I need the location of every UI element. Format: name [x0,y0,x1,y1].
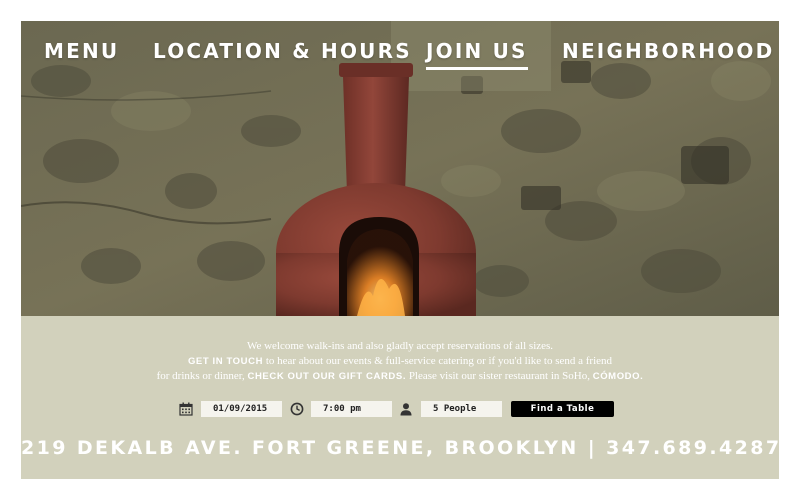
hero-image: MENU LOCATION & HOURS JOIN US NEIGHBORHO… [21,21,779,316]
info-line-2: GET IN TOUCH to hear about our events & … [21,354,779,369]
party-size-field[interactable]: 5 People [421,401,502,417]
person-icon [400,403,412,416]
address-bar: 219 DEKALB AVE. FORT GREENE, BROOKLYN | … [21,437,779,459]
info-line-3-text-b: Please visit our sister restaurant in So… [406,370,593,382]
info-line-1: We welcome walk-ins and also gladly acce… [246,340,554,352]
main-nav: MENU LOCATION & HOURS JOIN US NEIGHBORHO… [21,21,779,81]
info-line-3-text-a: for drinks or dinner, [156,370,248,382]
gift-cards-link[interactable]: CHECK OUT OUR GIFT CARDS. [248,371,407,382]
reservation-bar: 01/09/2015 7:00 pm 5 People Find a Table [21,400,779,418]
nav-item-menu[interactable]: MENU [44,37,119,65]
date-field[interactable]: 01/09/2015 [201,401,282,417]
calendar-icon [179,402,193,416]
info-line-3: for drinks or dinner, CHECK OUT OUR GIFT… [21,369,779,384]
comodo-link[interactable]: CÓMODO. [593,371,644,382]
info-line-2-text: to hear about our events & full-service … [263,355,613,367]
nav-item-neighborhood[interactable]: NEIGHBORHOOD [562,37,774,65]
nav-item-join-us[interactable]: JOIN US [426,37,528,70]
page-frame: MENU LOCATION & HOURS JOIN US NEIGHBORHO… [21,21,779,479]
time-field[interactable]: 7:00 pm [311,401,392,417]
clock-icon [290,402,304,416]
info-text: We welcome walk-ins and also gladly acce… [21,339,779,384]
nav-item-location-hours[interactable]: LOCATION & HOURS [153,37,412,65]
find-table-button[interactable]: Find a Table [511,401,614,417]
get-in-touch-link[interactable]: GET IN TOUCH [188,356,263,367]
